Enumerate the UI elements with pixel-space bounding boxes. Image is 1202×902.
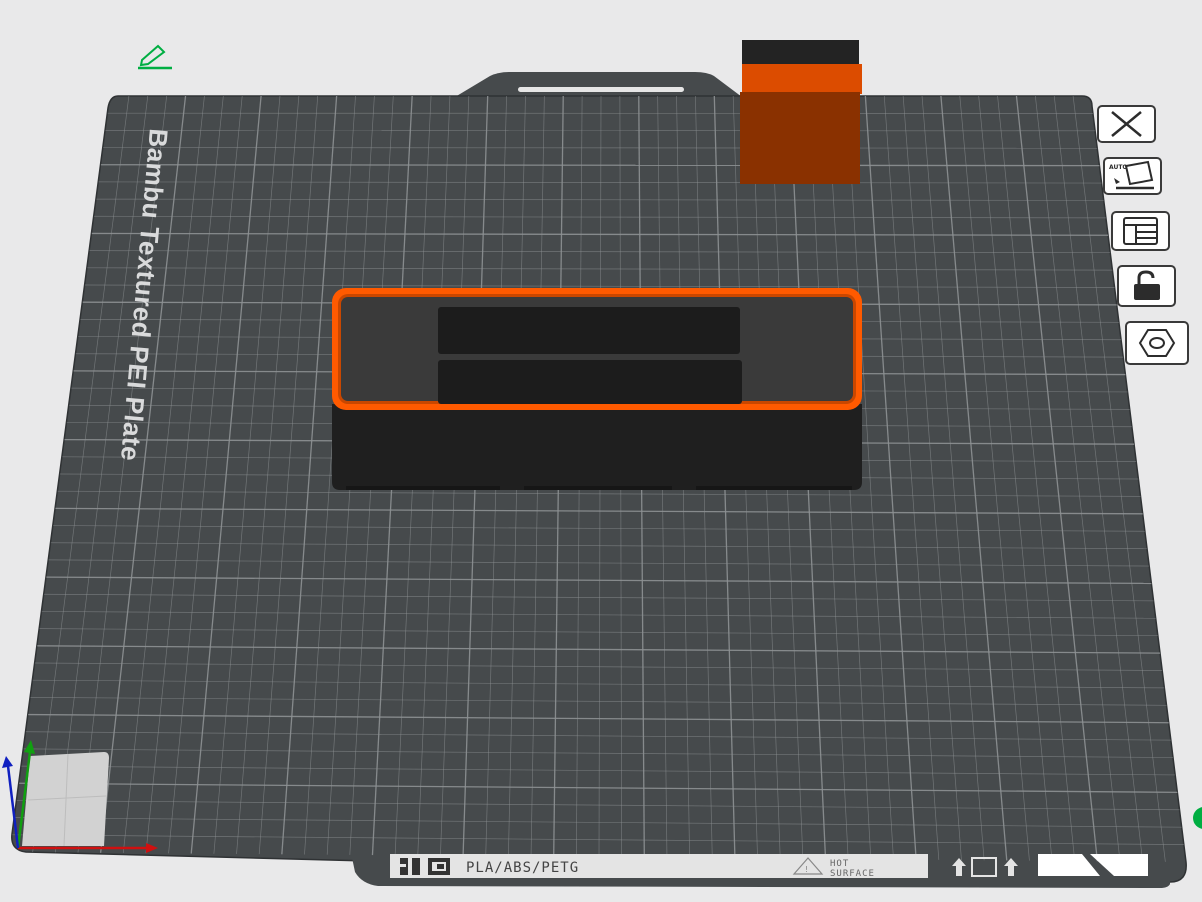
svg-text:AUTO: AUTO — [1109, 164, 1128, 171]
plate-tab-slot — [518, 87, 684, 92]
hot-surface-line2: SURFACE — [830, 869, 875, 879]
lock-plate-button[interactable] — [1117, 265, 1176, 307]
svg-text:!: ! — [805, 865, 808, 874]
material-compatibility-label: PLA/ABS/PETG — [466, 860, 579, 876]
model-tray[interactable] — [332, 288, 862, 490]
status-dot-icon — [1193, 807, 1202, 829]
plate-top-tab — [455, 72, 742, 97]
remove-plate-button[interactable] — [1097, 105, 1156, 143]
model-cube[interactable] — [740, 40, 862, 184]
arrange-plate-button[interactable] — [1111, 211, 1170, 251]
edit-pencil-icon[interactable] — [138, 44, 172, 70]
plate-settings-button[interactable] — [1125, 321, 1189, 365]
3d-viewport[interactable]: Bambu Textured PEI Plate AUTO PLA/ABS/PE… — [0, 0, 1202, 902]
auto-arrange-plate-button[interactable]: AUTO — [1103, 157, 1162, 195]
grid-line-horizontal — [100, 164, 1101, 167]
hot-surface-line1: HOT — [830, 859, 849, 869]
